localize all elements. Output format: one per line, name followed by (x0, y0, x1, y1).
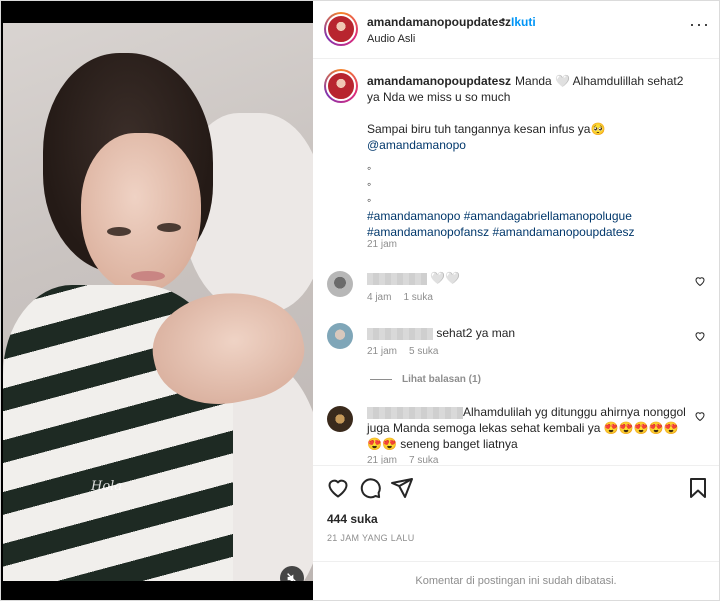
caption-avatar[interactable] (324, 69, 358, 103)
separator-dot: • (501, 13, 506, 27)
comment-time: 4 jam (367, 292, 392, 303)
video-watermark: Hola (91, 479, 123, 494)
comment-text: 🤍🤍 (367, 270, 687, 286)
redacted-username (367, 406, 463, 419)
redacted-username (367, 327, 433, 340)
eye (107, 227, 131, 236)
comment-meta: 21 jam 7 suka (367, 455, 450, 464)
commenter-avatar[interactable] (327, 323, 353, 349)
caption-bullet: ◦ (367, 193, 372, 207)
post-actions: 444 suka 21 JAM YANG LALU Komentar di po… (313, 465, 719, 600)
commenter-avatar[interactable] (327, 406, 353, 432)
video-player[interactable]: Hola (3, 23, 313, 581)
comment-likes[interactable]: 5 suka (409, 346, 438, 357)
speaker-muted-icon (286, 572, 296, 581)
comment-text: Alhamdulilah yg ditunggu ahirnya nonggol… (367, 404, 687, 452)
caption-time: 21 jam (367, 239, 398, 250)
caption-bullet: ◦ (367, 161, 372, 175)
comment-time: 21 jam (367, 455, 398, 464)
hashtag[interactable]: #amandagabriellamanopolugue (464, 209, 632, 223)
post-header: amandamanopoupdatesz • Ikuti Audio Asli … (313, 1, 719, 59)
share-send-icon[interactable] (390, 476, 414, 500)
hashtag[interactable]: #amandamanopo (367, 209, 460, 223)
hashtag[interactable]: #amandamanopoupdatesz (492, 225, 634, 239)
comment-text: sehat2 ya man (367, 325, 687, 341)
caption-username[interactable]: amandamanopoupdatesz (367, 74, 511, 88)
comment-meta: 4 jam 1 suka (367, 292, 445, 303)
caption-bullet: ◦ (367, 177, 372, 191)
eye (157, 223, 181, 232)
comments-disabled-note: Komentar di postingan ini sudah dibatasi… (313, 561, 719, 601)
comment-likes[interactable]: 1 suka (403, 292, 432, 303)
commenter-avatar[interactable] (327, 271, 353, 297)
media-panel: Hola (1, 1, 313, 600)
caption-line-2: Sampai biru tuh tangannya kesan infus ya… (367, 122, 606, 136)
follow-button[interactable]: Ikuti (511, 15, 536, 29)
comments-area[interactable]: amandamanopoupdatesz Manda 🤍 Alhamdulilla… (313, 60, 719, 464)
post-details: amandamanopoupdatesz • Ikuti Audio Asli … (313, 1, 719, 600)
comment-meta: 21 jam 5 suka (367, 346, 450, 357)
caption-mention[interactable]: @amandamanopo (367, 137, 697, 153)
like-comment-heart-icon[interactable] (694, 275, 706, 287)
more-options-icon[interactable]: ··· (689, 15, 710, 33)
save-bookmark-icon[interactable] (686, 476, 710, 500)
author-avatar[interactable] (324, 12, 358, 46)
face (81, 133, 201, 293)
comment-time: 21 jam (367, 346, 398, 357)
likes-count[interactable]: 444 suka (327, 512, 378, 526)
caption: amandamanopoupdatesz Manda 🤍 Alhamdulilla… (367, 73, 697, 240)
hashtag[interactable]: #amandamanopofansz (367, 225, 489, 239)
post-date[interactable]: 21 JAM YANG LALU (327, 533, 415, 543)
audio-link[interactable]: Audio Asli (367, 33, 415, 45)
like-comment-heart-icon[interactable] (694, 330, 706, 342)
comment-body: 🤍🤍 (430, 271, 461, 285)
comment-body: sehat2 ya man (436, 326, 516, 340)
author-username[interactable]: amandamanopoupdatesz (367, 15, 511, 29)
view-replies-button[interactable]: Lihat balasan (1) (370, 374, 481, 385)
view-replies-label: Lihat balasan (1) (402, 374, 481, 385)
comment-bubble-icon[interactable] (358, 476, 382, 500)
like-heart-icon[interactable] (326, 476, 350, 500)
lips (131, 271, 165, 281)
replies-line (370, 378, 392, 380)
redacted-username (367, 272, 427, 285)
like-comment-heart-icon[interactable] (694, 410, 706, 422)
comment-likes[interactable]: 7 suka (409, 455, 438, 464)
